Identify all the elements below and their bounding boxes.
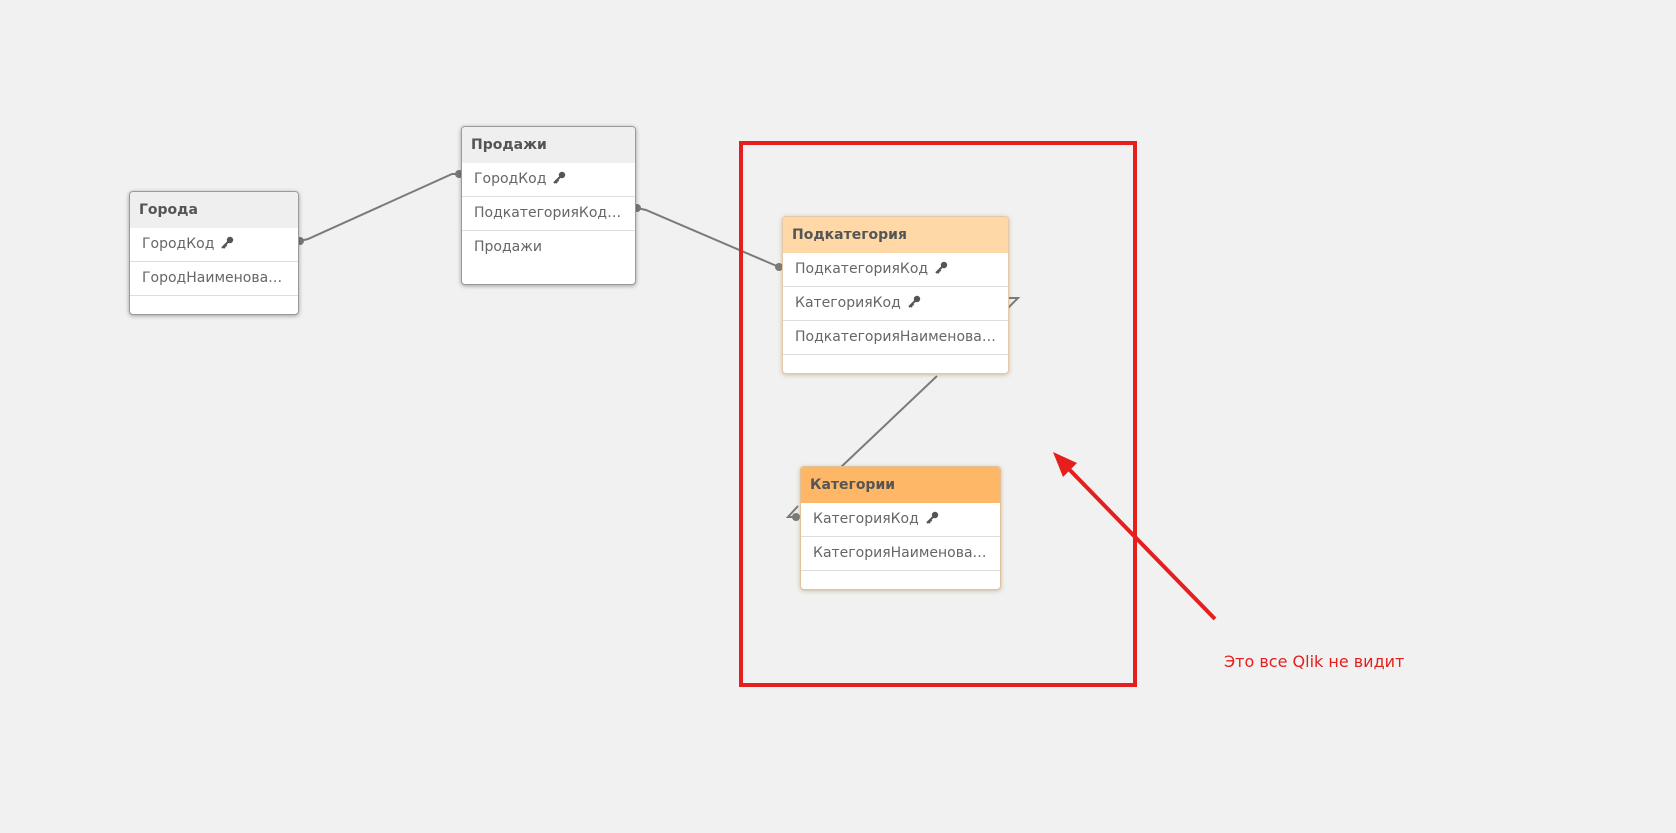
field-row[interactable]: КатегорияКод <box>783 287 1008 321</box>
key-icon <box>221 236 234 249</box>
field-row[interactable]: КатегорияКод <box>801 503 1000 537</box>
field-row[interactable]: ГородКод <box>462 163 635 197</box>
table-title: Категории <box>801 467 1000 503</box>
field-row[interactable]: ГородНаименование <box>130 262 298 296</box>
data-model-canvas[interactable]: Города ГородКод ГородНаименование Продаж… <box>0 0 1676 833</box>
table-footer <box>130 296 298 314</box>
key-icon <box>926 511 939 524</box>
table-footer <box>801 571 1000 589</box>
link-podkategoriya-kategorii <box>839 375 938 469</box>
table-footer <box>783 355 1008 373</box>
annotation-text: Это все Qlik не видит <box>1224 652 1405 671</box>
field-row[interactable]: КатегорияНаименование <box>801 537 1000 571</box>
link-prodazhi-podkategoriya <box>636 207 780 268</box>
field-row[interactable]: ПодкатегорияКод <box>462 197 635 231</box>
table-goroda[interactable]: Города ГородКод ГородНаименование <box>129 191 299 315</box>
table-prodazhi[interactable]: Продажи ГородКод ПодкатегорияКод Продажи <box>461 126 636 285</box>
table-footer <box>462 264 635 284</box>
table-title: Города <box>130 192 298 228</box>
association-links <box>296 141 1217 687</box>
key-icon <box>553 171 566 184</box>
key-icon <box>935 261 948 274</box>
field-row[interactable]: Продажи <box>462 231 635 264</box>
field-row[interactable]: ГородКод <box>130 228 298 262</box>
field-row[interactable]: ПодкатегорияНаименован… <box>783 321 1008 355</box>
table-title: Подкатегория <box>783 217 1008 253</box>
table-title: Продажи <box>462 127 635 163</box>
key-icon <box>908 295 921 308</box>
table-podkategoriya[interactable]: Подкатегория ПодкатегорияКод КатегорияКо… <box>782 216 1009 374</box>
field-row[interactable]: ПодкатегорияКод <box>783 253 1008 287</box>
link-goroda-prodazhi <box>299 173 459 242</box>
table-kategorii[interactable]: Категории КатегорияКод КатегорияНаименов… <box>800 466 1001 590</box>
link-endpoint <box>792 513 800 521</box>
